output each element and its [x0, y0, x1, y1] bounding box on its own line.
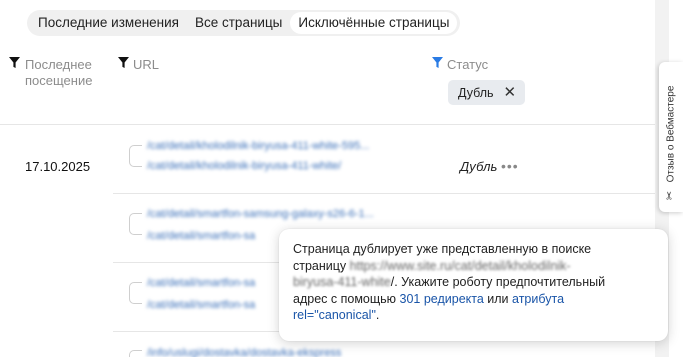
url-link[interactable]: /cat/detail/smartfon-samsung-galaxy-s26-… [147, 207, 374, 221]
tab-recent-changes[interactable]: Последние изменения [30, 12, 187, 34]
tab-excluded-pages[interactable]: Исключённые страницы [290, 12, 458, 34]
page: Последние изменения Все страницы Исключё… [0, 0, 683, 357]
row-divider [113, 193, 655, 194]
feedback-tab[interactable]: Отзыв о Вебмастере ✂ [659, 62, 683, 212]
header-divider [0, 124, 655, 125]
row-checkbox[interactable] [129, 282, 142, 304]
scissors-icon: ✂ [664, 190, 677, 201]
feedback-label: Отзыв о Вебмастере [665, 85, 677, 183]
tooltip-line: biryusa-411-white/. Укажите роботу предп… [293, 274, 654, 291]
canonical-attribute-link[interactable]: rel="canonical" [293, 308, 376, 322]
row-checkbox[interactable] [129, 145, 142, 167]
url-link[interactable]: /cat/detail/smartfon-sa [147, 229, 255, 243]
tooltip-line: адрес с помощью 301 редиректа или атрибу… [293, 291, 654, 308]
url-link[interactable]: /info/uslugi/dostavka/dostavka-ekspress [147, 346, 341, 357]
tooltip-url: https://www.site.ru/cat/detail/kholodiln… [349, 258, 571, 273]
tooltip-text: адрес с помощью [293, 291, 400, 306]
canonical-attribute-link[interactable]: атрибута [512, 292, 564, 306]
column-header-url: URL [133, 57, 160, 72]
redirect-301-link[interactable]: 301 редиректа [400, 292, 484, 306]
tooltip-line: rel="canonical". [293, 307, 654, 324]
url-link[interactable]: /cat/detail/smartfon-sa [147, 298, 255, 312]
url-link[interactable]: /cat/detail/kholodilnik-biryusa-411-whit… [147, 159, 341, 173]
tab-all-pages[interactable]: Все страницы [187, 12, 290, 34]
tooltip-text: или [483, 291, 513, 306]
filter-icon[interactable] [118, 57, 129, 68]
url-link[interactable]: /cat/detail/kholodilnik-biryusa-411-whit… [147, 139, 369, 153]
url-link[interactable]: /cat/detail/smartfon-sa [147, 276, 255, 290]
more-actions-icon[interactable]: ••• [501, 158, 519, 174]
filter-icon[interactable] [9, 57, 20, 68]
tooltip-url: biryusa-411-white [293, 275, 391, 289]
tooltip-line: Страница дублирует уже представленную в … [293, 242, 592, 256]
chip-label: Дубль [458, 85, 494, 100]
row-checkbox[interactable] [129, 350, 142, 357]
close-icon[interactable]: ✕ [504, 85, 517, 100]
column-header-last-visit: Последнее посещение [25, 57, 93, 88]
duplicate-tooltip: Страница дублирует уже представленную в … [279, 229, 668, 341]
row-date: 17.10.2025 [25, 159, 91, 174]
tooltip-text: страницу [293, 258, 350, 273]
filter-active-icon[interactable] [432, 57, 443, 68]
column-header-status: Статус [447, 57, 489, 72]
status-value: Дубль [460, 159, 498, 174]
status-filter-chip: Дубль ✕ [448, 80, 526, 105]
row-checkbox[interactable] [129, 213, 142, 235]
tooltip-text: /. Укажите роботу предпочтительный [390, 275, 606, 289]
tooltip-text: . [375, 308, 380, 322]
tooltip-line: страницу https://www.site.ru/cat/detail/… [293, 258, 654, 275]
view-tabs: Последние изменения Все страницы Исключё… [27, 10, 461, 36]
